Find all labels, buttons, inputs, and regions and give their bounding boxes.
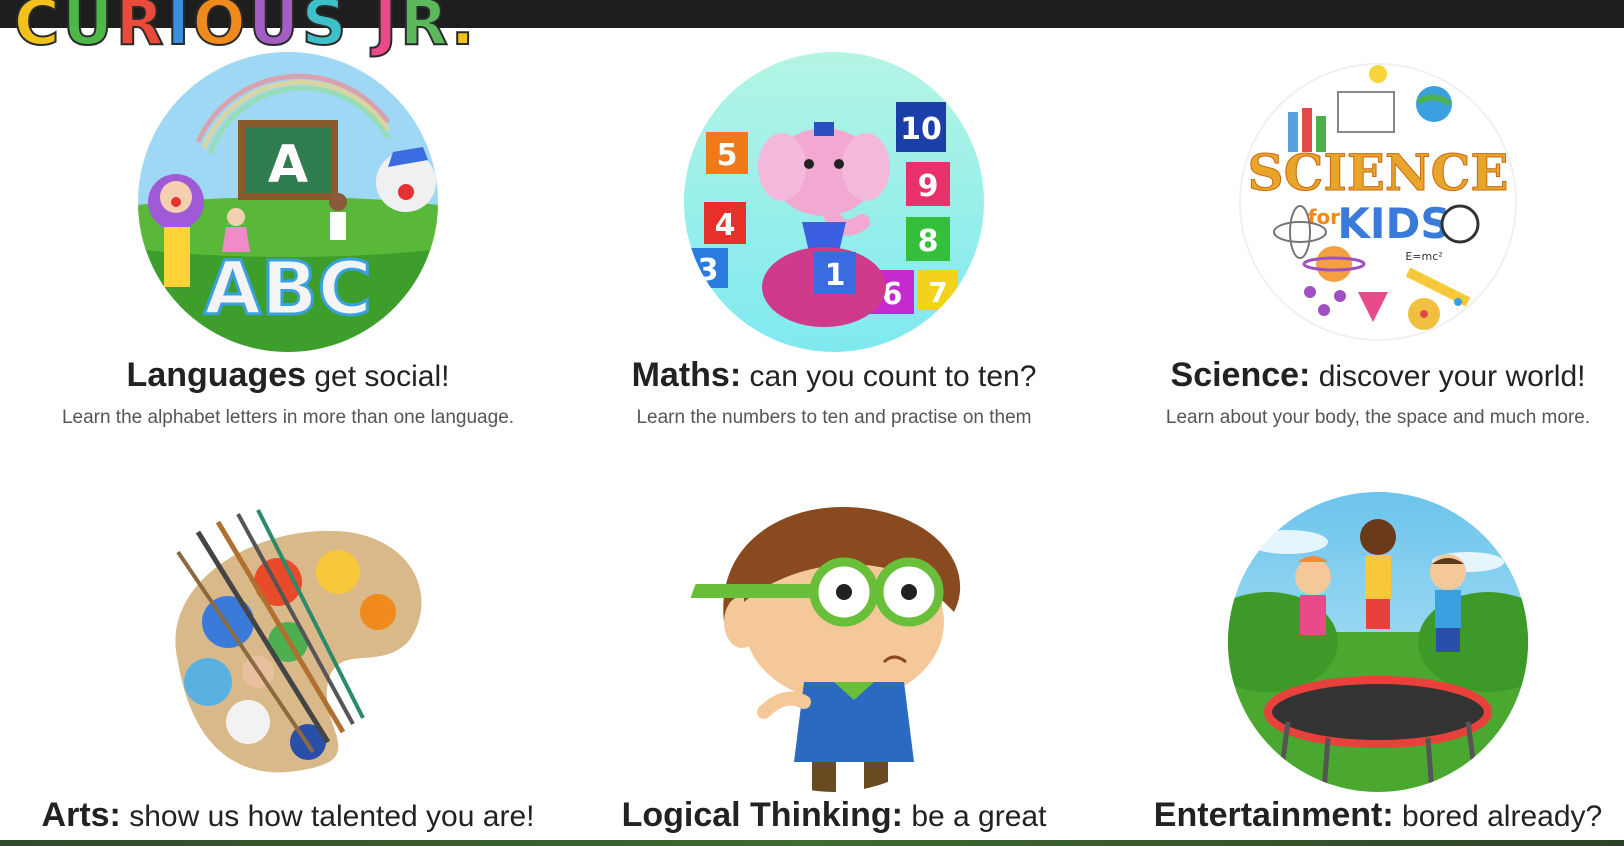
logo-letter (349, 0, 374, 59)
category-card-maths[interactable]: 5 4 3 10 9 8 7 6 1 Maths: can you count … (554, 52, 1114, 429)
logo-letter: R (115, 0, 167, 60)
entertainment-image[interactable] (1228, 492, 1528, 792)
elephant-number-blocks-illustration: 5 4 3 10 9 8 7 6 1 (684, 52, 984, 352)
svg-text:4: 4 (715, 208, 736, 243)
category-name[interactable]: Languages (127, 356, 306, 394)
category-card-logical-thinking[interactable]: Logical Thinking: be a great (554, 492, 1114, 835)
paint-palette-illustration (138, 492, 438, 792)
category-card-entertainment[interactable]: Entertainment: bored already? (1098, 492, 1624, 835)
science-formula: E=mc² (1405, 250, 1442, 263)
logo-letter: R (399, 0, 451, 60)
card-title: Maths: can you count to ten? (554, 356, 1114, 395)
card-title: Logical Thinking: be a great (554, 796, 1114, 835)
category-name[interactable]: Entertainment: (1154, 796, 1394, 834)
science-for: for (1308, 205, 1340, 229)
category-description: Learn the alphabet letters in more than … (61, 407, 515, 428)
svg-text:8: 8 (918, 224, 939, 259)
category-name[interactable]: Science: (1171, 356, 1311, 394)
trampoline-kids-illustration (1228, 492, 1528, 792)
category-tagline: bored already? (1393, 800, 1603, 833)
thinking-boy-illustration (684, 492, 984, 792)
category-name[interactable]: Logical Thinking: (622, 796, 903, 834)
svg-text:1: 1 (825, 258, 846, 293)
logo-letter: J (373, 0, 401, 60)
bottom-edge (0, 840, 1624, 846)
logo-letter: . (450, 0, 478, 60)
card-title: Entertainment: bored already? (1098, 796, 1624, 835)
science-image[interactable]: SCIENCE for KIDS E=mc² (1228, 52, 1528, 352)
svg-text:3: 3 (698, 253, 719, 288)
category-tagline: show us how talented you are! (120, 800, 535, 833)
logo-letter: U (247, 0, 302, 60)
science-word: SCIENCE (1247, 143, 1508, 202)
science-for-kids-illustration: SCIENCE for KIDS E=mc² (1228, 52, 1528, 352)
logo-letter: C (13, 0, 63, 60)
logo-letter: O (192, 0, 249, 60)
category-card-arts[interactable]: Arts: show us how talented you are! (8, 492, 568, 835)
category-tagline: can you count to ten? (741, 360, 1037, 393)
card-title: Languages get social! (8, 356, 568, 395)
category-name[interactable]: Maths: (632, 356, 742, 394)
svg-text:9: 9 (918, 169, 939, 204)
logo-letter: I (166, 0, 193, 60)
logo-letter: U (62, 0, 116, 60)
science-kids: KIDS (1337, 199, 1450, 248)
curious-jr-logo[interactable]: CURIOUS JR. (13, 0, 478, 70)
category-tagline: be a great (903, 800, 1047, 833)
abc-letters: ABC (204, 246, 372, 332)
card-title: Science: discover your world! (1098, 356, 1624, 395)
svg-text:10: 10 (900, 112, 942, 147)
card-title: Arts: show us how talented you are! (8, 796, 568, 835)
svg-text:5: 5 (717, 138, 738, 173)
category-description: Learn the numbers to ten and practise on… (636, 407, 1032, 428)
board-letter: A (268, 135, 308, 195)
category-card-science[interactable]: SCIENCE for KIDS E=mc² Science: discover… (1098, 52, 1624, 429)
svg-text:7: 7 (928, 276, 947, 309)
logical-thinking-image[interactable] (684, 492, 984, 792)
category-description: Learn about your body, the space and muc… (1165, 407, 1591, 428)
languages-image[interactable]: A ABC (138, 52, 438, 352)
category-card-languages[interactable]: A ABC Languages get social! Learn the al… (8, 52, 568, 429)
abc-language-illustration: A ABC (138, 52, 438, 352)
category-tagline: discover your world! (1310, 360, 1586, 393)
category-name[interactable]: Arts: (42, 796, 121, 834)
logo-letter: S (301, 0, 350, 60)
maths-image[interactable]: 5 4 3 10 9 8 7 6 1 (684, 52, 984, 352)
arts-image[interactable] (138, 492, 438, 792)
category-tagline: get social! (306, 360, 450, 393)
